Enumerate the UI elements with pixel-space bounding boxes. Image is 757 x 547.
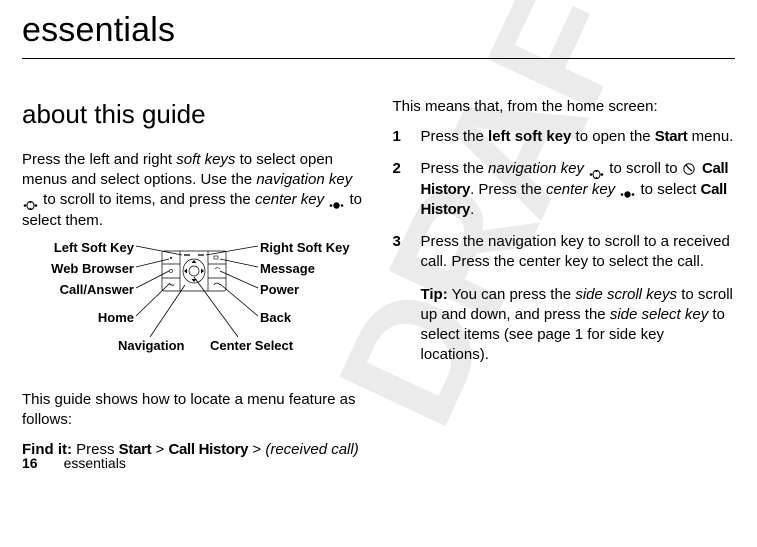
label-left-soft-key: Left Soft Key — [54, 239, 134, 257]
centerkey-term: center key — [255, 191, 324, 208]
step-number: 2 — [393, 159, 405, 220]
step-3: 3 Press the navigation key to scroll to … — [393, 232, 736, 376]
sep: > — [248, 441, 265, 458]
label-navigation: Navigation — [118, 337, 184, 355]
side-scroll-term: side scroll keys — [575, 286, 677, 303]
label-back: Back — [260, 309, 291, 327]
right-lead: This means that, from the home screen: — [393, 97, 736, 117]
left-soft-key-term: left soft key — [488, 128, 571, 145]
label-call-answer: Call/Answer — [60, 281, 134, 299]
footer-section: essentials — [64, 455, 126, 471]
label-home: Home — [98, 309, 134, 327]
text: Press the — [421, 160, 489, 177]
intro-paragraph: Press the left and right soft keys to se… — [22, 150, 365, 231]
tip-label: Tip: — [421, 286, 448, 303]
label-center-select: Center Select — [210, 337, 293, 355]
received-call: (received call) — [265, 441, 358, 458]
call-history-icon — [682, 162, 696, 176]
text: You can press the — [448, 286, 576, 303]
text: Press the — [421, 128, 489, 145]
step-body: Press the navigation key to scroll to Ca… — [421, 159, 736, 220]
step-body: Press the left soft key to open the Star… — [421, 127, 736, 147]
step-2: 2 Press the navigation key to scroll to … — [393, 159, 736, 220]
text: Press the navigation key to scroll to a … — [421, 232, 736, 273]
label-power: Power — [260, 281, 299, 299]
label-web-browser: Web Browser — [51, 260, 134, 278]
title-rule — [22, 58, 735, 59]
page: essentials about this guide Press the le… — [0, 0, 757, 485]
page-title: essentials — [22, 8, 735, 54]
nav-key-icon — [589, 165, 604, 174]
centerkey-term: center key — [546, 181, 615, 198]
text: . — [470, 201, 474, 218]
text: . Press the — [470, 181, 546, 198]
side-select-term: side select key — [610, 306, 708, 323]
center-key-icon — [329, 196, 344, 205]
nav-key-icon — [23, 196, 38, 205]
navkey-term: navigation key — [488, 160, 584, 177]
footer: 16 essentials — [22, 454, 126, 473]
right-column: This means that, from the home screen: 1… — [393, 97, 736, 471]
guide-follow-text: This guide shows how to locate a menu fe… — [22, 390, 365, 431]
softkeys-term: soft keys — [176, 151, 235, 168]
navkey-term: navigation key — [256, 171, 352, 188]
step-1: 1 Press the left soft key to open the St… — [393, 127, 736, 147]
step-body: Press the navigation key to scroll to a … — [421, 232, 736, 376]
step-number: 1 — [393, 127, 405, 147]
left-column: about this guide Press the left and righ… — [22, 97, 365, 471]
start-term: Start — [655, 128, 688, 145]
center-key-icon — [620, 185, 635, 194]
section-heading: about this guide — [22, 97, 365, 132]
step-number: 3 — [393, 232, 405, 376]
text: Press the left and right — [22, 151, 176, 168]
keypad-diagram: Left Soft Key Web Browser Call/Answer Ho… — [22, 241, 362, 376]
steps-list: 1 Press the left soft key to open the St… — [393, 127, 736, 376]
text: to scroll to — [609, 160, 682, 177]
page-number: 16 — [22, 455, 38, 471]
text: to scroll to items, and press the — [43, 191, 255, 208]
call-history: Call History — [168, 441, 248, 458]
text: to open the — [571, 128, 654, 145]
tip-paragraph: Tip: You can press the side scroll keys … — [421, 285, 736, 366]
text: menu. — [687, 128, 733, 145]
text: to select — [641, 181, 701, 198]
label-right-soft-key: Right Soft Key — [260, 239, 350, 257]
label-message: Message — [260, 260, 315, 278]
sep: > — [151, 441, 168, 458]
